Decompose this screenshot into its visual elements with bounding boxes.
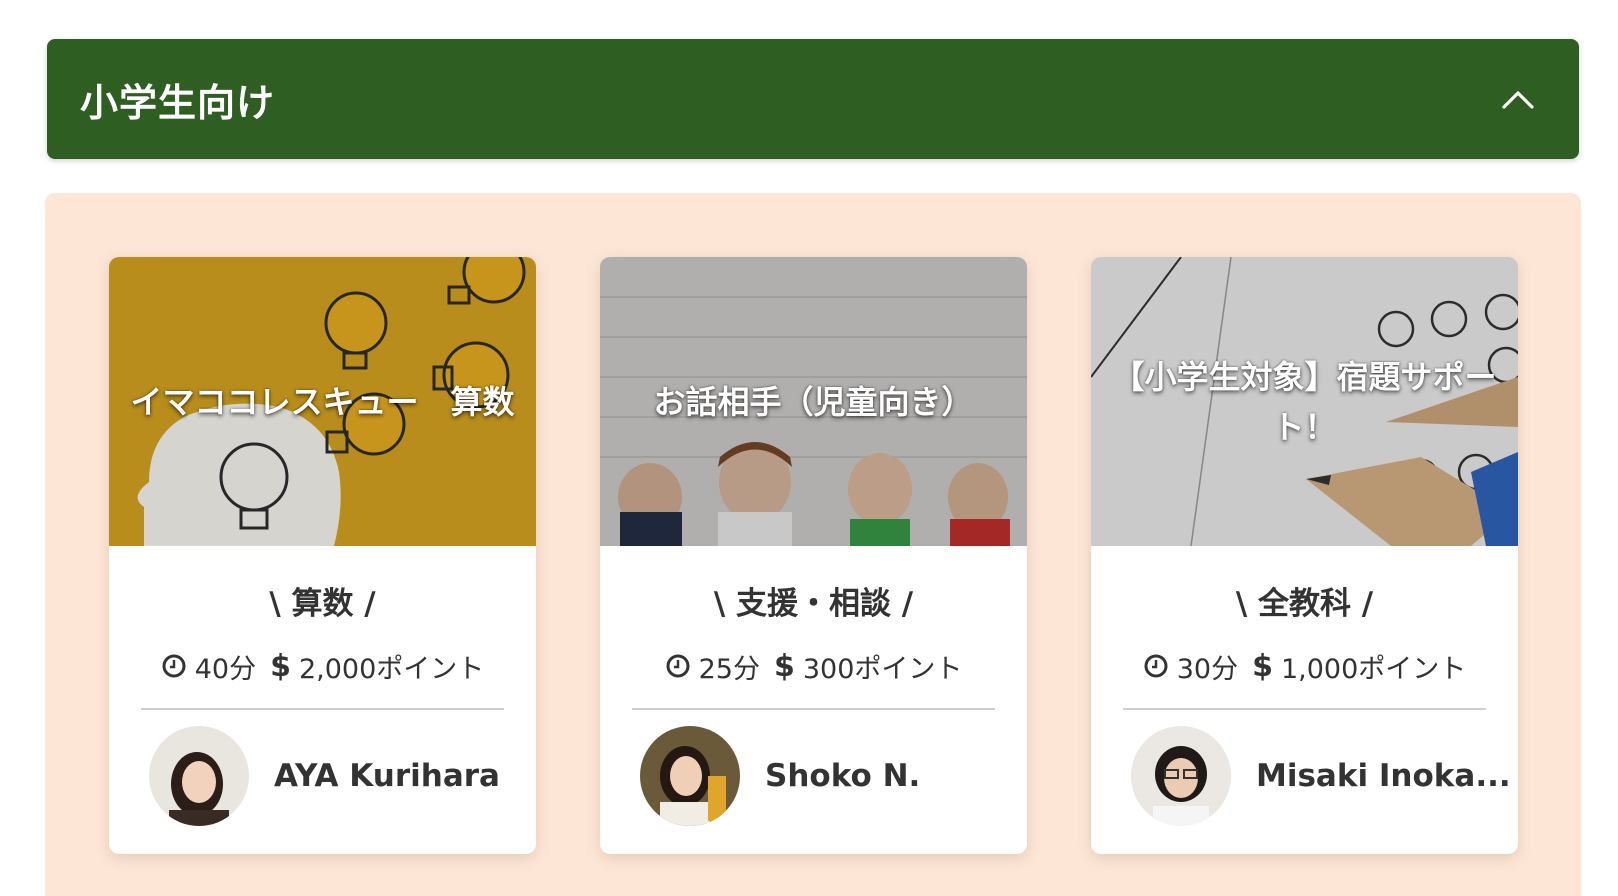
teacher-info: AYA Kurihara (109, 710, 536, 826)
lesson-title: イマココレスキュー 算数 (130, 382, 515, 421)
lesson-duration: 30分 (1176, 653, 1239, 685)
teacher-name: Misaki Inoka... (1256, 758, 1511, 794)
teacher-name: AYA Kurihara (274, 758, 500, 794)
teacher-info: Shoko N. (600, 710, 1027, 826)
teacher-info: Misaki Inoka... (1091, 710, 1518, 826)
lesson-card[interactable]: イマココレスキュー 算数 \ 算数 / 40分 $ 2,000ポイント AYA … (109, 257, 536, 854)
lesson-meta: 30分 $ 1,000ポイント (1091, 648, 1518, 685)
lesson-category: \ 全教科 / (1235, 586, 1374, 622)
dollar-icon: $ (270, 648, 291, 684)
lesson-meta: 25分 $ 300ポイント (600, 648, 1027, 685)
lesson-thumbnail: 【小学生対象】宿題サポート！ (1091, 257, 1518, 546)
clock-icon (1144, 654, 1168, 678)
dollar-icon: $ (773, 648, 795, 684)
lesson-thumbnail: お話相手（児童向き） (600, 257, 1027, 546)
avatar (149, 726, 249, 826)
lesson-category: \ 支援・相談 / (713, 586, 914, 622)
lesson-price: 300ポイント (802, 653, 963, 685)
lesson-price: 1,000ポイント (1280, 653, 1467, 685)
chevron-up-icon[interactable] (1501, 88, 1535, 110)
lesson-duration: 40分 (194, 653, 257, 685)
teacher-name: Shoko N. (765, 758, 921, 794)
lesson-category: \ 算数 / (269, 586, 376, 622)
avatar (1131, 726, 1231, 826)
lesson-thumbnail: イマココレスキュー 算数 (109, 257, 536, 546)
lesson-card[interactable]: お話相手（児童向き） \ 支援・相談 / 25分 $ 300ポイント Shoko… (600, 257, 1027, 854)
lesson-card[interactable]: 【小学生対象】宿題サポート！ \ 全教科 / 30分 $ 1,000ポイント M… (1091, 257, 1518, 854)
page: 小学生向け イマココレスキュー 算数 \ 算数 / 40分 $ 2,000ポイン… (0, 0, 1618, 896)
lesson-meta: 40分 $ 2,000ポイント (109, 648, 536, 685)
clock-icon (666, 654, 690, 678)
lesson-panel: イマココレスキュー 算数 \ 算数 / 40分 $ 2,000ポイント AYA … (45, 193, 1581, 896)
lesson-duration: 25分 (698, 653, 760, 685)
dollar-icon: $ (1252, 648, 1273, 684)
accordion-header-elementary[interactable]: 小学生向け (47, 39, 1579, 159)
lesson-title: お話相手（児童向き） (653, 382, 974, 421)
lesson-title: 【小学生対象】宿題サポート！ (1112, 357, 1497, 446)
lesson-price: 2,000ポイント (298, 653, 485, 685)
clock-icon (162, 654, 186, 678)
accordion-title: 小学生向け (80, 80, 276, 125)
avatar (640, 726, 740, 826)
